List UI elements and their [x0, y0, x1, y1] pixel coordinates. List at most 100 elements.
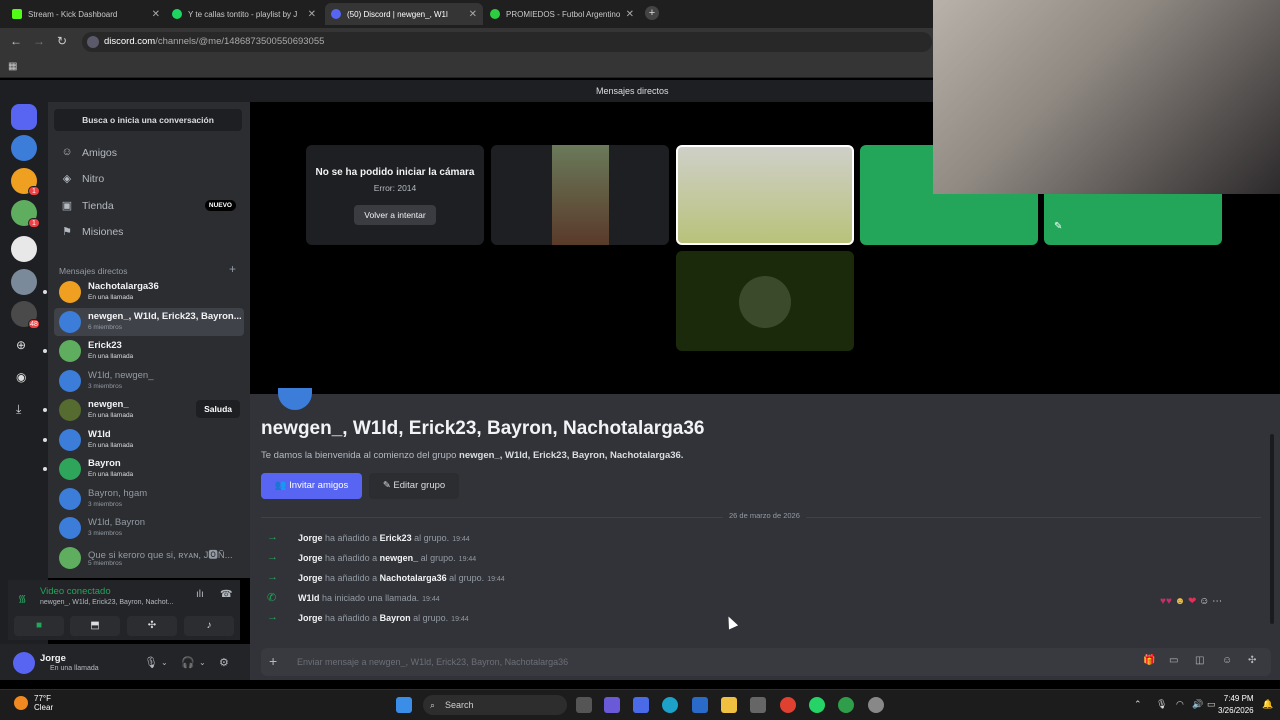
noise-suppression-icon[interactable]: ılı	[196, 589, 204, 600]
server-icon[interactable]	[11, 135, 37, 161]
self-camera-tile[interactable]: No se ha podido iniciar la cámara Error:…	[306, 145, 484, 245]
store-icon[interactable]	[750, 697, 766, 713]
weather-icon[interactable]	[14, 696, 28, 710]
copilot-icon[interactable]	[604, 697, 620, 713]
show-hidden-icons[interactable]: ⌃	[1134, 699, 1142, 710]
dm-item[interactable]: W1ld, newgen_ 3 miembros	[54, 367, 244, 395]
close-icon[interactable]: ✕	[152, 9, 160, 20]
chevron-down-icon[interactable]: ⌄	[199, 658, 206, 667]
server-icon[interactable]: 1	[11, 200, 40, 228]
add-server-icon[interactable]: ⊕	[16, 338, 26, 352]
weather-widget[interactable]: 77°F Clear	[34, 694, 53, 712]
create-dm-icon[interactable]: +	[229, 262, 236, 276]
tab-kick[interactable]: Stream - Kick Dashboard ✕	[6, 3, 166, 25]
dm-item[interactable]: W1ld, Bayron 3 miembros	[54, 514, 244, 542]
microphone-tray-icon[interactable]: 🎙	[1156, 699, 1167, 710]
back-icon[interactable]: ←	[10, 34, 22, 48]
participant-video-tile[interactable]	[491, 145, 669, 245]
apps-icon[interactable]: ✣	[1248, 655, 1256, 666]
sticker-icon[interactable]: ◫	[1195, 655, 1204, 666]
nav-nitro[interactable]: ◈ Nitro	[54, 167, 244, 191]
dm-item[interactable]: Bayron, hgam 3 miembros	[54, 485, 244, 513]
apps-grid-icon[interactable]: ▦	[8, 61, 17, 72]
new-tab-button[interactable]: +	[645, 6, 659, 20]
task-view-icon[interactable]	[576, 697, 592, 713]
dm-item[interactable]: Bayron En una llamada	[54, 455, 244, 483]
dm-item[interactable]: W1ld En una llamada	[54, 426, 244, 454]
settings-gear-icon[interactable]: ⚙	[219, 656, 229, 669]
more-options-icon[interactable]: ⋯	[1212, 596, 1222, 607]
super-react-icon[interactable]: ♥♥	[1160, 596, 1172, 607]
close-icon[interactable]: ✕	[469, 9, 477, 20]
retry-camera-button[interactable]: Volver a intentar	[354, 205, 436, 225]
chrome-profile-icon[interactable]	[838, 697, 854, 713]
nav-store[interactable]: ▣ Tienda NUEVO	[54, 194, 244, 218]
taskbar-search[interactable]: ⌕ Search	[423, 695, 567, 715]
emoji-icon[interactable]: ☺	[1222, 655, 1232, 666]
dm-item[interactable]: Que si keroro que si, ʀʏᴀɴ, J🅾Ñ... 5 miem…	[54, 544, 244, 572]
url-field[interactable]: discord.com/channels/@me/148687350055069…	[82, 32, 932, 52]
dm-item[interactable]: newgen_ En una llamada Saluda	[54, 396, 244, 424]
attach-plus-icon[interactable]: +	[269, 653, 277, 669]
outlook-icon[interactable]	[692, 697, 708, 713]
participant-avatar-tile[interactable]	[676, 251, 854, 351]
disconnect-icon[interactable]: ☎	[220, 589, 232, 600]
edge-icon[interactable]	[662, 697, 678, 713]
server-icon[interactable]	[11, 269, 37, 295]
soundboard-button[interactable]: ♪	[184, 616, 234, 636]
system-message[interactable]: → Jorge ha añadido a newgen_ al grupo. 19:…	[261, 549, 1261, 567]
participant-video-tile-speaking[interactable]	[676, 145, 854, 245]
username[interactable]: Jorge	[40, 653, 66, 664]
invite-friends-button[interactable]: 👥 Invitar amigos	[261, 473, 362, 499]
reload-icon[interactable]: ↻	[57, 34, 67, 48]
tab-discord[interactable]: (50) Discord | newgen_, W1l ✕	[325, 3, 483, 25]
system-message[interactable]: → Jorge ha añadido a Bayron al grupo. 19:4…	[261, 609, 1261, 627]
screen-share-button[interactable]: ⬒	[70, 616, 120, 636]
server-icon[interactable]	[11, 236, 37, 262]
scrollbar[interactable]	[1270, 434, 1274, 624]
gift-icon[interactable]: 🎁	[1143, 655, 1155, 666]
system-message[interactable]: ✆ W1ld ha iniciado una llamada. 19:44	[261, 589, 1261, 607]
heart-react-icon[interactable]: ❤	[1188, 596, 1196, 607]
system-message[interactable]: → Jorge ha añadido a Nachotalarga36 al gr…	[261, 569, 1261, 587]
headphones-icon[interactable]: 🎧	[181, 656, 195, 669]
download-icon[interactable]: ⤓	[16, 402, 21, 417]
server-icon[interactable]: 1	[11, 168, 40, 196]
chevron-down-icon[interactable]: ⌄	[161, 658, 168, 667]
system-message[interactable]: → Jorge ha añadido a Erick23 al grupo. 19:…	[261, 529, 1261, 547]
server-folder[interactable]: 48	[11, 301, 40, 329]
add-reaction-icon[interactable]: ☺	[1199, 596, 1209, 607]
tab-spotify[interactable]: Y te callas tontito - playlist by J ✕	[166, 3, 322, 25]
whatsapp-icon[interactable]	[809, 697, 825, 713]
site-info-icon[interactable]	[87, 36, 99, 48]
avatar[interactable]	[13, 652, 35, 674]
start-icon[interactable]	[396, 697, 412, 713]
wifi-icon[interactable]: ◠	[1176, 699, 1184, 710]
clock[interactable]: 7:49 PM 3/26/2026	[1218, 693, 1254, 717]
camera-button[interactable]: ■	[14, 616, 64, 636]
battery-icon[interactable]: ▭	[1207, 699, 1216, 710]
chrome-icon[interactable]	[780, 697, 796, 713]
tab-promiedos[interactable]: PROMIEDOS - Futbol Argentino ✕	[484, 3, 640, 25]
settings-icon[interactable]	[868, 697, 884, 713]
dm-item[interactable]: Erick23 En una llamada	[54, 337, 244, 365]
activities-button[interactable]: ✣	[127, 616, 177, 636]
app-icon[interactable]	[633, 697, 649, 713]
dm-item[interactable]: Nachotalarga36 En una llamada	[54, 278, 244, 306]
gif-icon[interactable]: ▭	[1169, 655, 1178, 666]
notification-icon[interactable]: 🔔	[1262, 699, 1273, 710]
emoji-react-icon[interactable]: ☻	[1175, 596, 1186, 607]
nav-quests[interactable]: ⚑ Misiones	[54, 220, 244, 244]
close-icon[interactable]: ✕	[626, 9, 634, 20]
discover-icon[interactable]: ◉	[16, 370, 26, 384]
nav-friends[interactable]: ☺ Amigos	[54, 141, 244, 165]
microphone-icon[interactable]: 🎙	[144, 656, 158, 669]
edit-group-button[interactable]: ✎ Editar grupo	[369, 473, 459, 499]
find-conversation-button[interactable]: Busca o inicia una conversación	[54, 109, 242, 131]
file-explorer-icon[interactable]	[721, 697, 737, 713]
signal-icon[interactable]: ᯾	[18, 591, 27, 605]
home-dm-button[interactable]	[11, 104, 37, 130]
voice-status[interactable]: Video conectado	[40, 586, 111, 597]
wave-button[interactable]: Saluda	[196, 400, 240, 418]
forward-icon[interactable]: →	[33, 34, 45, 48]
